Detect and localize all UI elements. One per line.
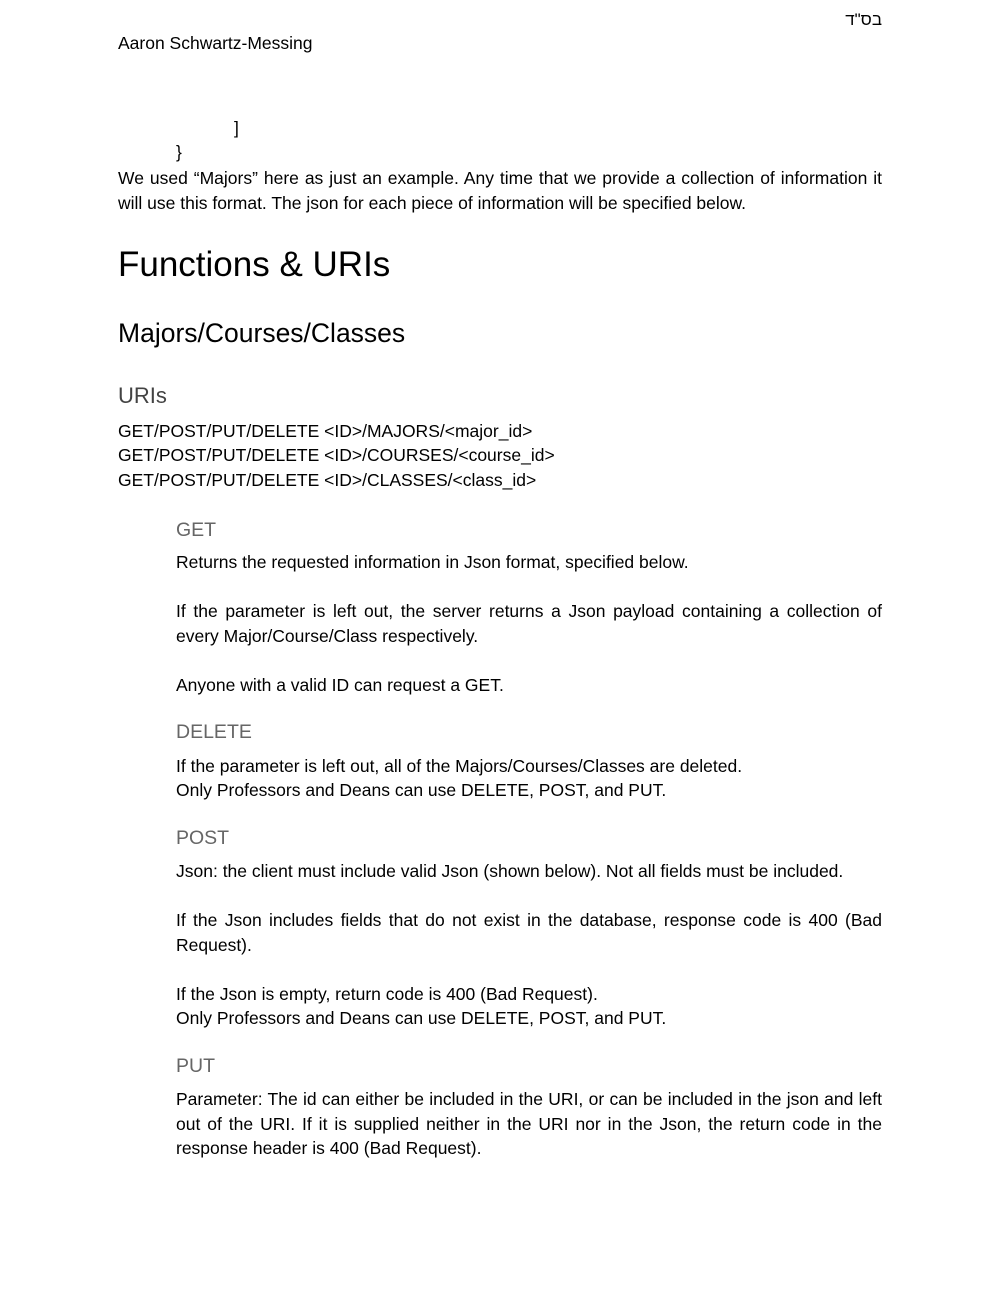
delete-line-2: Only Professors and Deans can use DELETE… [176,780,667,800]
post-paragraph-3-line-1: If the Json is empty, return code is 400… [176,984,598,1004]
get-paragraph-3: Anyone with a valid ID can request a GET… [176,675,504,695]
heading-put: PUT [176,1055,215,1077]
code-closing-brace: } [176,142,182,162]
hebrew-header-mark: בס"ד [845,10,882,29]
heading-uris: URIs [118,383,167,408]
uri-courses: GET/POST/PUT/DELETE <ID>/COURSES/<course… [118,445,555,465]
get-paragraph-1: Returns the requested information in Jso… [176,552,689,572]
heading-post: POST [176,827,230,849]
uri-classes: GET/POST/PUT/DELETE <ID>/CLASSES/<class_… [118,470,537,490]
intro-paragraph: We used “Majors” here as just an example… [118,168,882,213]
heading-delete: DELETE [176,721,252,743]
post-paragraph-2: If the Json includes fields that do not … [176,910,882,955]
code-closing-bracket: ] [234,118,239,138]
heading-majors-courses-classes: Majors/Courses/Classes [118,318,406,348]
document-page: בס"ד Aaron Schwartz-Messing ] } We used … [0,0,1000,1294]
uri-majors: GET/POST/PUT/DELETE <ID>/MAJORS/<major_i… [118,421,533,441]
get-paragraph-2: If the parameter is left out, the server… [176,601,882,646]
put-paragraph-1: Parameter: The id can either be included… [176,1089,882,1158]
post-paragraph-1: Json: the client must include valid Json… [176,861,844,881]
heading-functions-uris: Functions & URIs [118,245,391,284]
heading-get: GET [176,519,217,541]
delete-line-1: If the parameter is left out, all of the… [176,756,743,776]
post-paragraph-3-line-2: Only Professors and Deans can use DELETE… [176,1008,667,1028]
author-name: Aaron Schwartz-Messing [118,33,313,53]
